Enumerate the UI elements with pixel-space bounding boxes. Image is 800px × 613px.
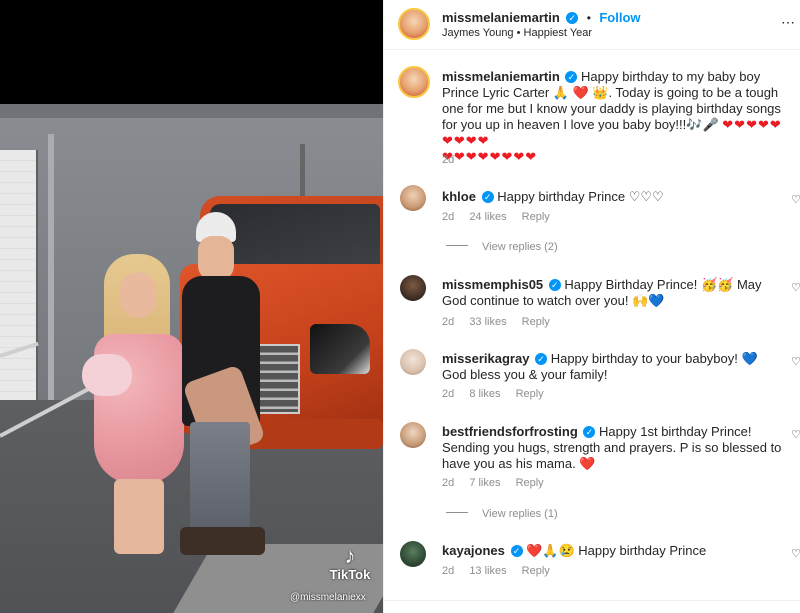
audio-info[interactable]: Jaymes Young • Happiest Year — [442, 27, 592, 39]
comment-like-icon[interactable]: ♡ — [791, 355, 800, 368]
garage-door — [0, 150, 38, 400]
caption-username[interactable]: missmelaniemartin — [442, 69, 560, 84]
comment-time: 2d — [442, 316, 455, 328]
header-separator: • — [586, 11, 591, 25]
verified-icon: ✓ — [535, 353, 548, 365]
comment-time: 2d — [442, 388, 455, 400]
tiktok-watermark: ♪ TikTok — [320, 543, 380, 583]
commenter-avatar[interactable] — [400, 349, 426, 375]
more-options-icon[interactable]: ⋯ — [781, 14, 795, 31]
audio-artist: Jaymes Young — [442, 27, 514, 39]
comment-time: 2d — [442, 211, 455, 223]
post-side-panel: missmelaniemartin ✓ • Follow Jaymes Youn… — [383, 0, 800, 613]
post-actions-bar — [384, 600, 800, 613]
commenter-username[interactable]: missmemphis05 — [442, 277, 543, 292]
comment-likes[interactable]: 24 likes — [469, 211, 506, 223]
audio-separator: • — [516, 27, 521, 39]
tiktok-logo-icon: ♪ — [344, 543, 356, 568]
comment-text: Happy birthday Prince ♡♡♡ — [497, 189, 664, 204]
baby — [82, 354, 132, 396]
view-replies-button[interactable]: View replies (1) — [446, 508, 558, 520]
post-header: missmelaniemartin ✓ • Follow Jaymes Youn… — [384, 0, 800, 50]
reply-button[interactable]: Reply — [522, 211, 550, 223]
comment-likes[interactable]: 7 likes — [469, 477, 500, 489]
comment-likes[interactable]: 8 likes — [469, 388, 500, 400]
verified-icon: ✓ — [481, 191, 494, 203]
verified-icon: ✓ — [565, 71, 578, 83]
verified-icon: ✓ — [510, 545, 523, 557]
caption-avatar[interactable] — [398, 66, 430, 98]
tiktok-brand-text: TikTok — [329, 567, 371, 582]
commenter-username[interactable]: misserikagray — [442, 351, 529, 366]
caption-time: 2d — [442, 154, 455, 166]
follow-button[interactable]: Follow — [599, 10, 640, 25]
commenter-avatar[interactable] — [400, 541, 426, 567]
caption-hearts-2: ❤❤❤❤❤❤❤❤ — [442, 149, 538, 164]
audio-title: Happiest Year — [523, 27, 593, 39]
comment-like-icon[interactable]: ♡ — [791, 547, 800, 560]
verified-icon: ✓ — [583, 426, 596, 438]
author-username[interactable]: missmelaniemartin — [442, 10, 560, 25]
commenter-username[interactable]: khloe — [442, 189, 476, 204]
view-replies-label: View replies (1) — [482, 508, 558, 520]
comment-likes[interactable]: 13 likes — [469, 565, 506, 577]
comment-time: 2d — [442, 477, 455, 489]
comment-likes[interactable]: 33 likes — [469, 316, 506, 328]
comment-like-icon[interactable]: ♡ — [791, 193, 800, 206]
post-media[interactable]: ♪ TikTok @missmelaniexx — [0, 0, 383, 613]
commenter-avatar[interactable] — [400, 422, 426, 448]
reply-button[interactable]: Reply — [516, 388, 544, 400]
commenter-avatar[interactable] — [400, 275, 426, 301]
view-replies-label: View replies (2) — [482, 241, 558, 253]
commenter-avatar[interactable] — [400, 185, 426, 211]
reply-button[interactable]: Reply — [516, 477, 544, 489]
post-photo — [0, 104, 383, 613]
commenter-username[interactable]: bestfriendsforfrosting — [442, 424, 578, 439]
man-in-beanie — [180, 212, 270, 562]
verified-icon: ✓ — [548, 279, 561, 291]
reply-button[interactable]: Reply — [522, 565, 550, 577]
tiktok-handle: @missmelaniexx — [290, 592, 366, 603]
verified-icon: ✓ — [566, 12, 579, 24]
reply-button[interactable]: Reply — [522, 316, 550, 328]
commenter-username[interactable]: kayajones — [442, 543, 505, 558]
comment-like-icon[interactable]: ♡ — [791, 281, 800, 294]
author-avatar[interactable] — [398, 8, 430, 40]
comment-time: 2d — [442, 565, 455, 577]
woman-holding-baby — [82, 254, 192, 554]
view-replies-button[interactable]: View replies (2) — [446, 241, 558, 253]
comment-like-icon[interactable]: ♡ — [791, 428, 800, 441]
comment-text: ❤️🙏😢 Happy birthday Prince — [526, 543, 707, 558]
